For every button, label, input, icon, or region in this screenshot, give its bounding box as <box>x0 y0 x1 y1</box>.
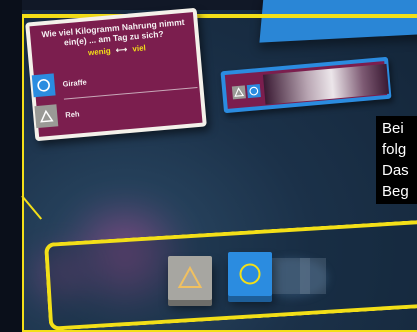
triangle-icon <box>177 265 203 288</box>
answer-label: Reh <box>64 108 80 120</box>
tile-shadow <box>300 258 326 294</box>
triangle-icon <box>231 85 246 100</box>
subtitle-line: Bei <box>382 120 404 137</box>
card-photo <box>262 63 390 105</box>
answer-label: Giraffe <box>62 77 88 89</box>
question-card[interactable]: Wie viel Kilogramm Nahrung nimmt ein(e) … <box>25 7 207 142</box>
left-edge <box>0 0 22 332</box>
subtitle-line: Beg <box>382 183 409 200</box>
double-arrow-icon: ⟷ <box>115 44 128 55</box>
subtitle-line: Das <box>382 162 409 179</box>
circle-tile[interactable] <box>228 252 272 296</box>
circle-icon <box>239 263 261 285</box>
circle-icon <box>31 73 56 98</box>
triangle-tile[interactable] <box>168 256 212 300</box>
circle-icon <box>246 84 261 99</box>
game-scene: Wie viel Kilogramm Nahrung nimmt ein(e) … <box>0 0 417 332</box>
scale-low-label: wenig <box>87 46 112 58</box>
triangle-icon <box>34 104 59 129</box>
scale-high-label: viel <box>132 43 147 54</box>
subtitle-box: Bei folg Das Beg <box>376 116 417 204</box>
subtitle-line: folg <box>382 141 407 158</box>
